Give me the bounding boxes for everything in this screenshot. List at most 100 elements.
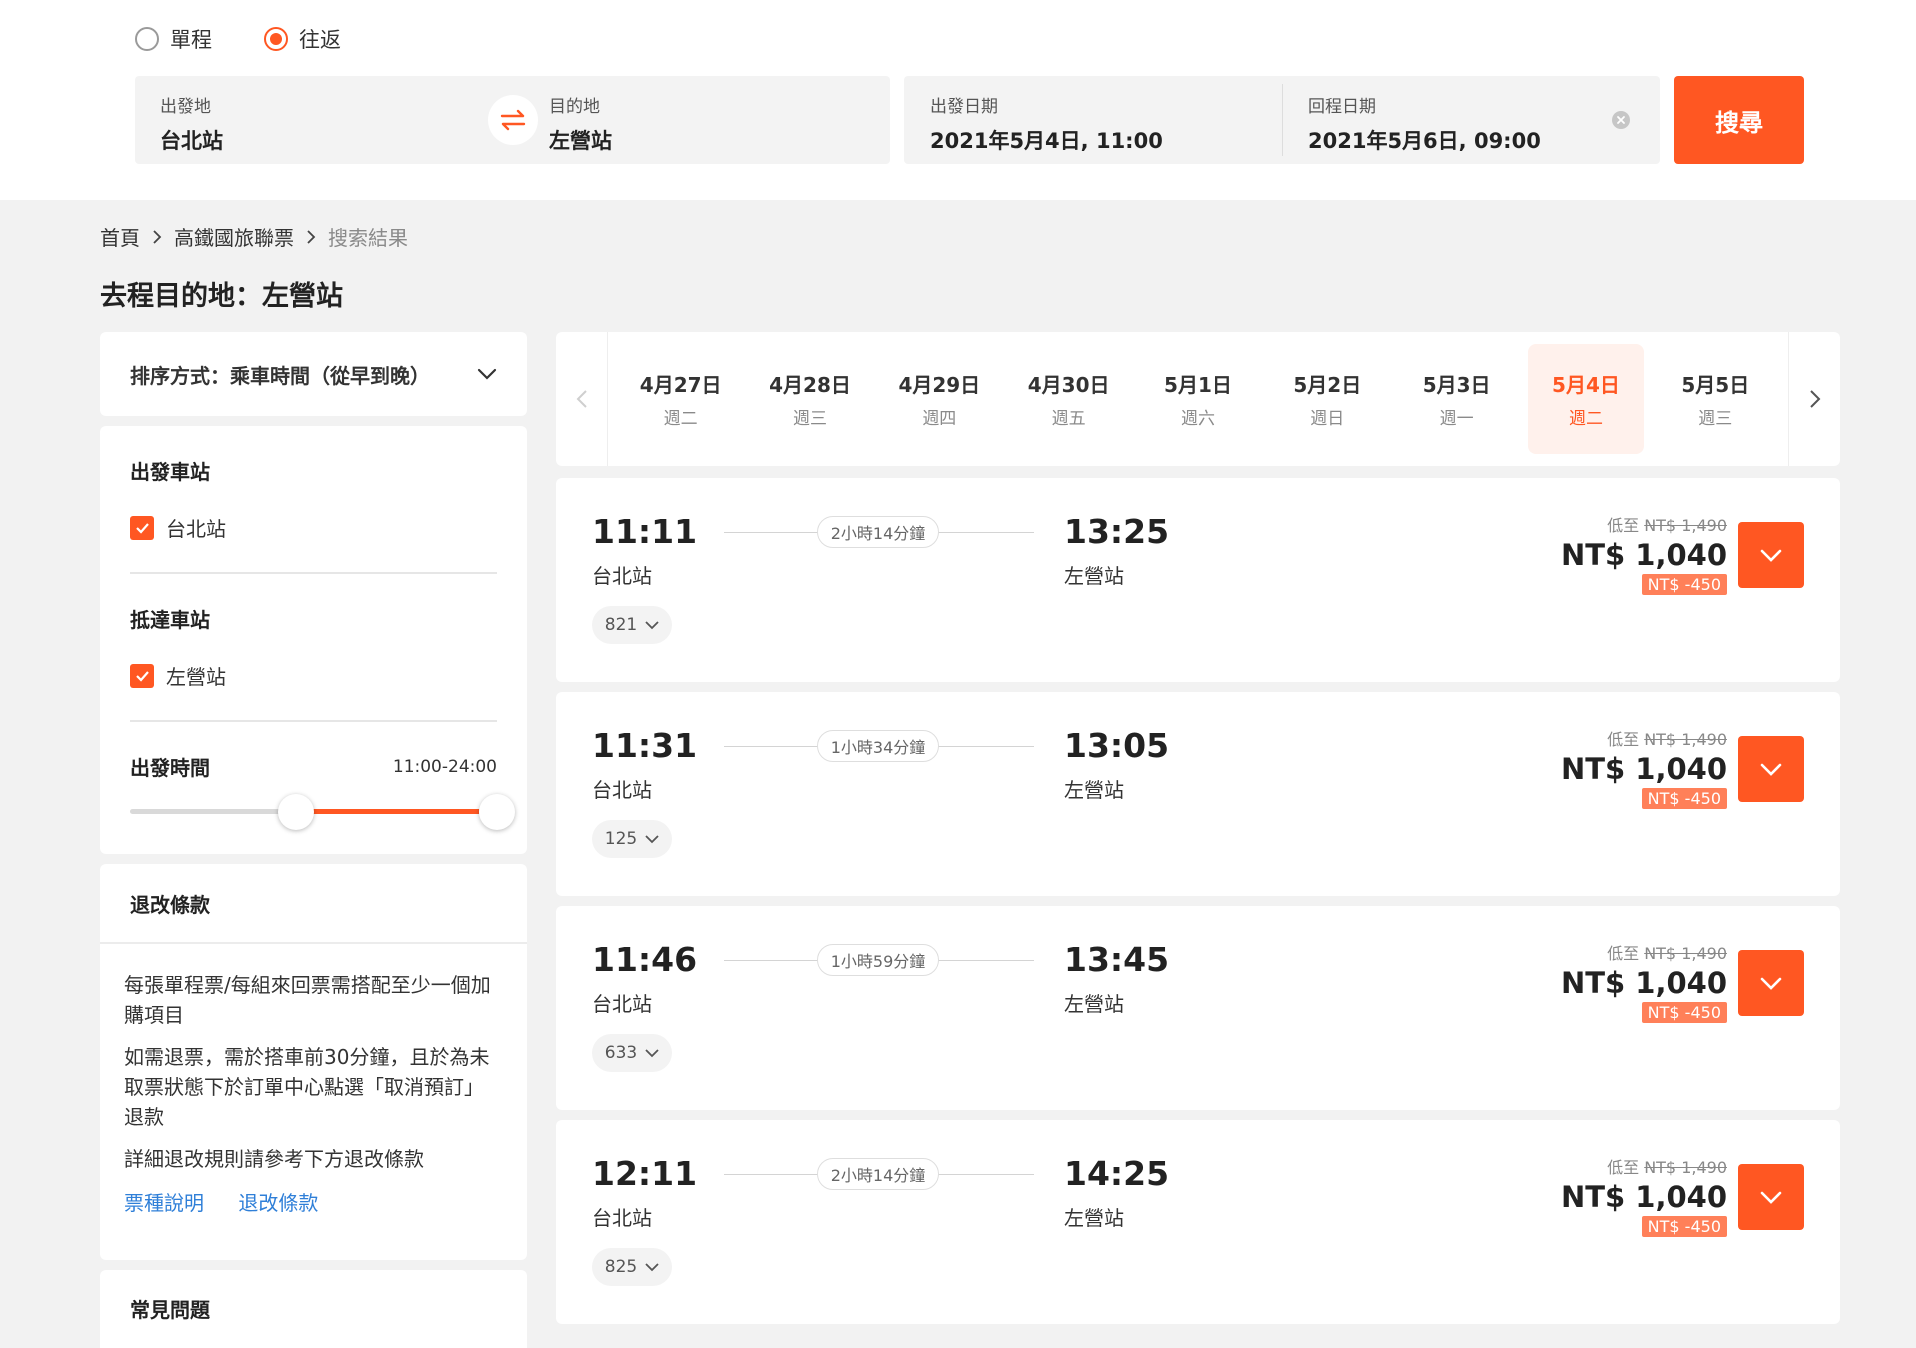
- weekday-label: 週二: [663, 409, 698, 429]
- page-title: 去程目的地：左營站: [100, 281, 343, 312]
- arrive-time: 13:25: [1064, 512, 1170, 551]
- slider-start-handle[interactable]: [278, 794, 314, 830]
- trip-type-group: 單程 往返: [135, 24, 393, 54]
- clear-return-button[interactable]: [1612, 111, 1630, 129]
- checkbox-checked[interactable]: [130, 515, 154, 540]
- price-from-label: 低至: [1607, 1158, 1640, 1177]
- oneway-radio[interactable]: [135, 27, 159, 51]
- chevron-right-icon: [1809, 390, 1820, 408]
- date-item[interactable]: 4月27日週二: [623, 344, 739, 454]
- train-number-toggle[interactable]: 125: [592, 820, 672, 858]
- return-date-field[interactable]: 回程日期 2021年5月6日, 09:00: [1308, 92, 1541, 155]
- discount-badge: NT$ -450: [1641, 1002, 1727, 1023]
- original-price: NT$ 1,490: [1644, 730, 1727, 749]
- origin-value[interactable]: 台北站: [160, 125, 223, 155]
- expand-button[interactable]: [1738, 736, 1804, 802]
- discount-badge: NT$ -450: [1641, 1216, 1727, 1237]
- date-item[interactable]: 5月3日 週一: [1399, 344, 1515, 454]
- faq-panel[interactable]: 常見問題: [100, 1270, 527, 1348]
- check-icon: [135, 670, 149, 682]
- date-item[interactable]: 4月30日 週五: [1011, 344, 1127, 454]
- breadcrumb-hsr-package[interactable]: 高鐵國旅聯票: [174, 222, 294, 251]
- date-label: 5月2日: [1293, 373, 1362, 397]
- date-item[interactable]: 4月29日 週四: [881, 344, 997, 454]
- checkbox-checked[interactable]: [130, 663, 154, 688]
- date-list: 4月27日 週二 4月28日 週三 4月29日 週四 4月30日 週五 5月1日 週六 5月2日 週日…: [608, 332, 1788, 466]
- refund-terms-link[interactable]: 退改條款: [238, 1191, 318, 1215]
- breadcrumb-home[interactable]: 首頁: [100, 222, 140, 251]
- expand-button[interactable]: [1738, 950, 1804, 1016]
- date-label: 4月29日: [898, 373, 981, 397]
- date-label: 5月3日: [1422, 373, 1491, 397]
- search-button[interactable]: 搜尋: [1674, 76, 1804, 164]
- destination-field[interactable]: 目的地 左營站: [549, 92, 612, 155]
- expand-button[interactable]: [1738, 1164, 1804, 1230]
- date-label: 4月27日: [639, 373, 722, 397]
- arrive-station-section: 抵達車站 左營站: [130, 574, 497, 690]
- weekday-label: 週日: [1310, 409, 1345, 429]
- arrive-station: 左營站: [1064, 778, 1124, 802]
- origin-field[interactable]: 出發地 台北站: [160, 92, 223, 155]
- depart-station-label: 台北站: [166, 517, 226, 541]
- roundtrip-radio[interactable]: [264, 27, 288, 51]
- price-from-label: 低至: [1607, 730, 1640, 749]
- refund-paragraph: 詳細退改規則請參考下方退改條款: [124, 1147, 424, 1171]
- date-divider: [1282, 84, 1283, 156]
- swap-stations-button[interactable]: [488, 95, 538, 145]
- date-item[interactable]: 5月1日 週六: [1140, 344, 1256, 454]
- chevron-down-icon: [645, 1048, 659, 1057]
- arrive-station-label: 左營站: [166, 665, 226, 689]
- depart-date-field[interactable]: 出發日期 2021年5月4日, 11:00: [930, 92, 1163, 155]
- date-item[interactable]: 5月2日週日: [1269, 344, 1385, 454]
- date-next-button[interactable]: [1788, 332, 1840, 466]
- date-item[interactable]: 4月28日 週三: [752, 344, 868, 454]
- depart-station: 台北站: [592, 778, 652, 802]
- arrive-station: 左營站: [1064, 1206, 1124, 1230]
- sort-dropdown[interactable]: 排序方式：乘車時間（從早到晚）: [100, 332, 527, 416]
- train-result-card[interactable]: 12:11 台北站 2小時14分鐘 14:25 左營站 825 低至 NT$ 1,490 NT…: [556, 1120, 1840, 1324]
- train-result-card[interactable]: 11:46 台北站 1小時59分鐘 13:45 左營站 633 低至 NT$ 1,490 NT…: [556, 906, 1840, 1110]
- refund-policy-panel: 退改條款 每張單程票/每組來回票需搭配至少一個加購項目 如需退票，需於搭車前30…: [100, 864, 527, 1260]
- date-prev-button[interactable]: [556, 332, 608, 466]
- weekday-label: 週三: [792, 409, 827, 429]
- slider-end-handle[interactable]: [479, 794, 515, 830]
- date-item[interactable]: 5月4日 週二: [1527, 344, 1644, 454]
- train-number-toggle[interactable]: 633: [592, 1034, 672, 1072]
- chevron-down-icon: [645, 1262, 659, 1271]
- depart-station-option[interactable]: 台北站: [130, 513, 497, 542]
- trip-type-roundtrip[interactable]: 往返: [264, 24, 341, 54]
- price-block: 低至 NT$ 1,490 NT$ 1,040 NT$ -450: [1561, 1154, 1727, 1237]
- train-number-toggle[interactable]: 825: [592, 1248, 672, 1286]
- ticket-type-link[interactable]: 票種說明: [124, 1191, 204, 1215]
- original-price: NT$ 1,490: [1644, 516, 1727, 535]
- return-date-value[interactable]: 2021年5月6日, 09:00: [1308, 125, 1541, 155]
- depart-station-title: 出發車站: [130, 460, 210, 484]
- train-number: 825: [604, 1257, 638, 1277]
- destination-value[interactable]: 左營站: [549, 125, 612, 155]
- depart-station: 台北站: [592, 564, 652, 588]
- faq-title: 常見問題: [130, 1298, 210, 1322]
- arrive-time: 13:45: [1064, 940, 1170, 979]
- duration-badge: 1小時34分鐘: [817, 730, 939, 762]
- date-fields: 出發日期 2021年5月4日, 11:00 回程日期 2021年5月6日, 09…: [904, 76, 1660, 164]
- price: NT$ 1,040: [1560, 538, 1727, 572]
- search-panel: 單程 往返 出發地 台北站 目的地 左營站 出發日期 2021年5月4日, 11…: [0, 0, 1916, 200]
- train-result-card[interactable]: 11:31 台北站 1小時34分鐘 13:05 左營站 125 低至 NT$ 1,490 NT…: [556, 692, 1840, 896]
- roundtrip-label: 往返: [299, 28, 341, 52]
- sort-label: 排序方式：乘車時間（從早到晚）: [130, 363, 430, 388]
- price: NT$ 1,040: [1560, 966, 1727, 1000]
- expand-button[interactable]: [1738, 522, 1804, 588]
- price-block: 低至 NT$ 1,490 NT$ 1,040 NT$ -450: [1561, 940, 1727, 1023]
- depart-time-slider[interactable]: [130, 791, 515, 831]
- depart-date-value[interactable]: 2021年5月4日, 11:00: [930, 125, 1163, 155]
- train-number-toggle[interactable]: 821: [592, 606, 672, 644]
- date-item[interactable]: 5月5日 週三: [1657, 344, 1773, 454]
- arrive-time: 14:25: [1064, 1154, 1170, 1193]
- train-result-card[interactable]: 11:11 台北站 2小時14分鐘 13:25 左營站 821 低至 NT$ 1,490 NT…: [556, 478, 1840, 682]
- trip-type-oneway[interactable]: 單程: [135, 24, 212, 54]
- refund-paragraph: 每張單程票/每組來回票需搭配至少一個加購項目: [124, 973, 491, 1027]
- check-icon: [135, 522, 149, 534]
- arrive-station-option[interactable]: 左營站: [130, 661, 497, 690]
- breadcrumb: 首頁 高鐵國旅聯票 搜索結果: [100, 222, 408, 251]
- duration-badge: 1小時59分鐘: [817, 944, 939, 976]
